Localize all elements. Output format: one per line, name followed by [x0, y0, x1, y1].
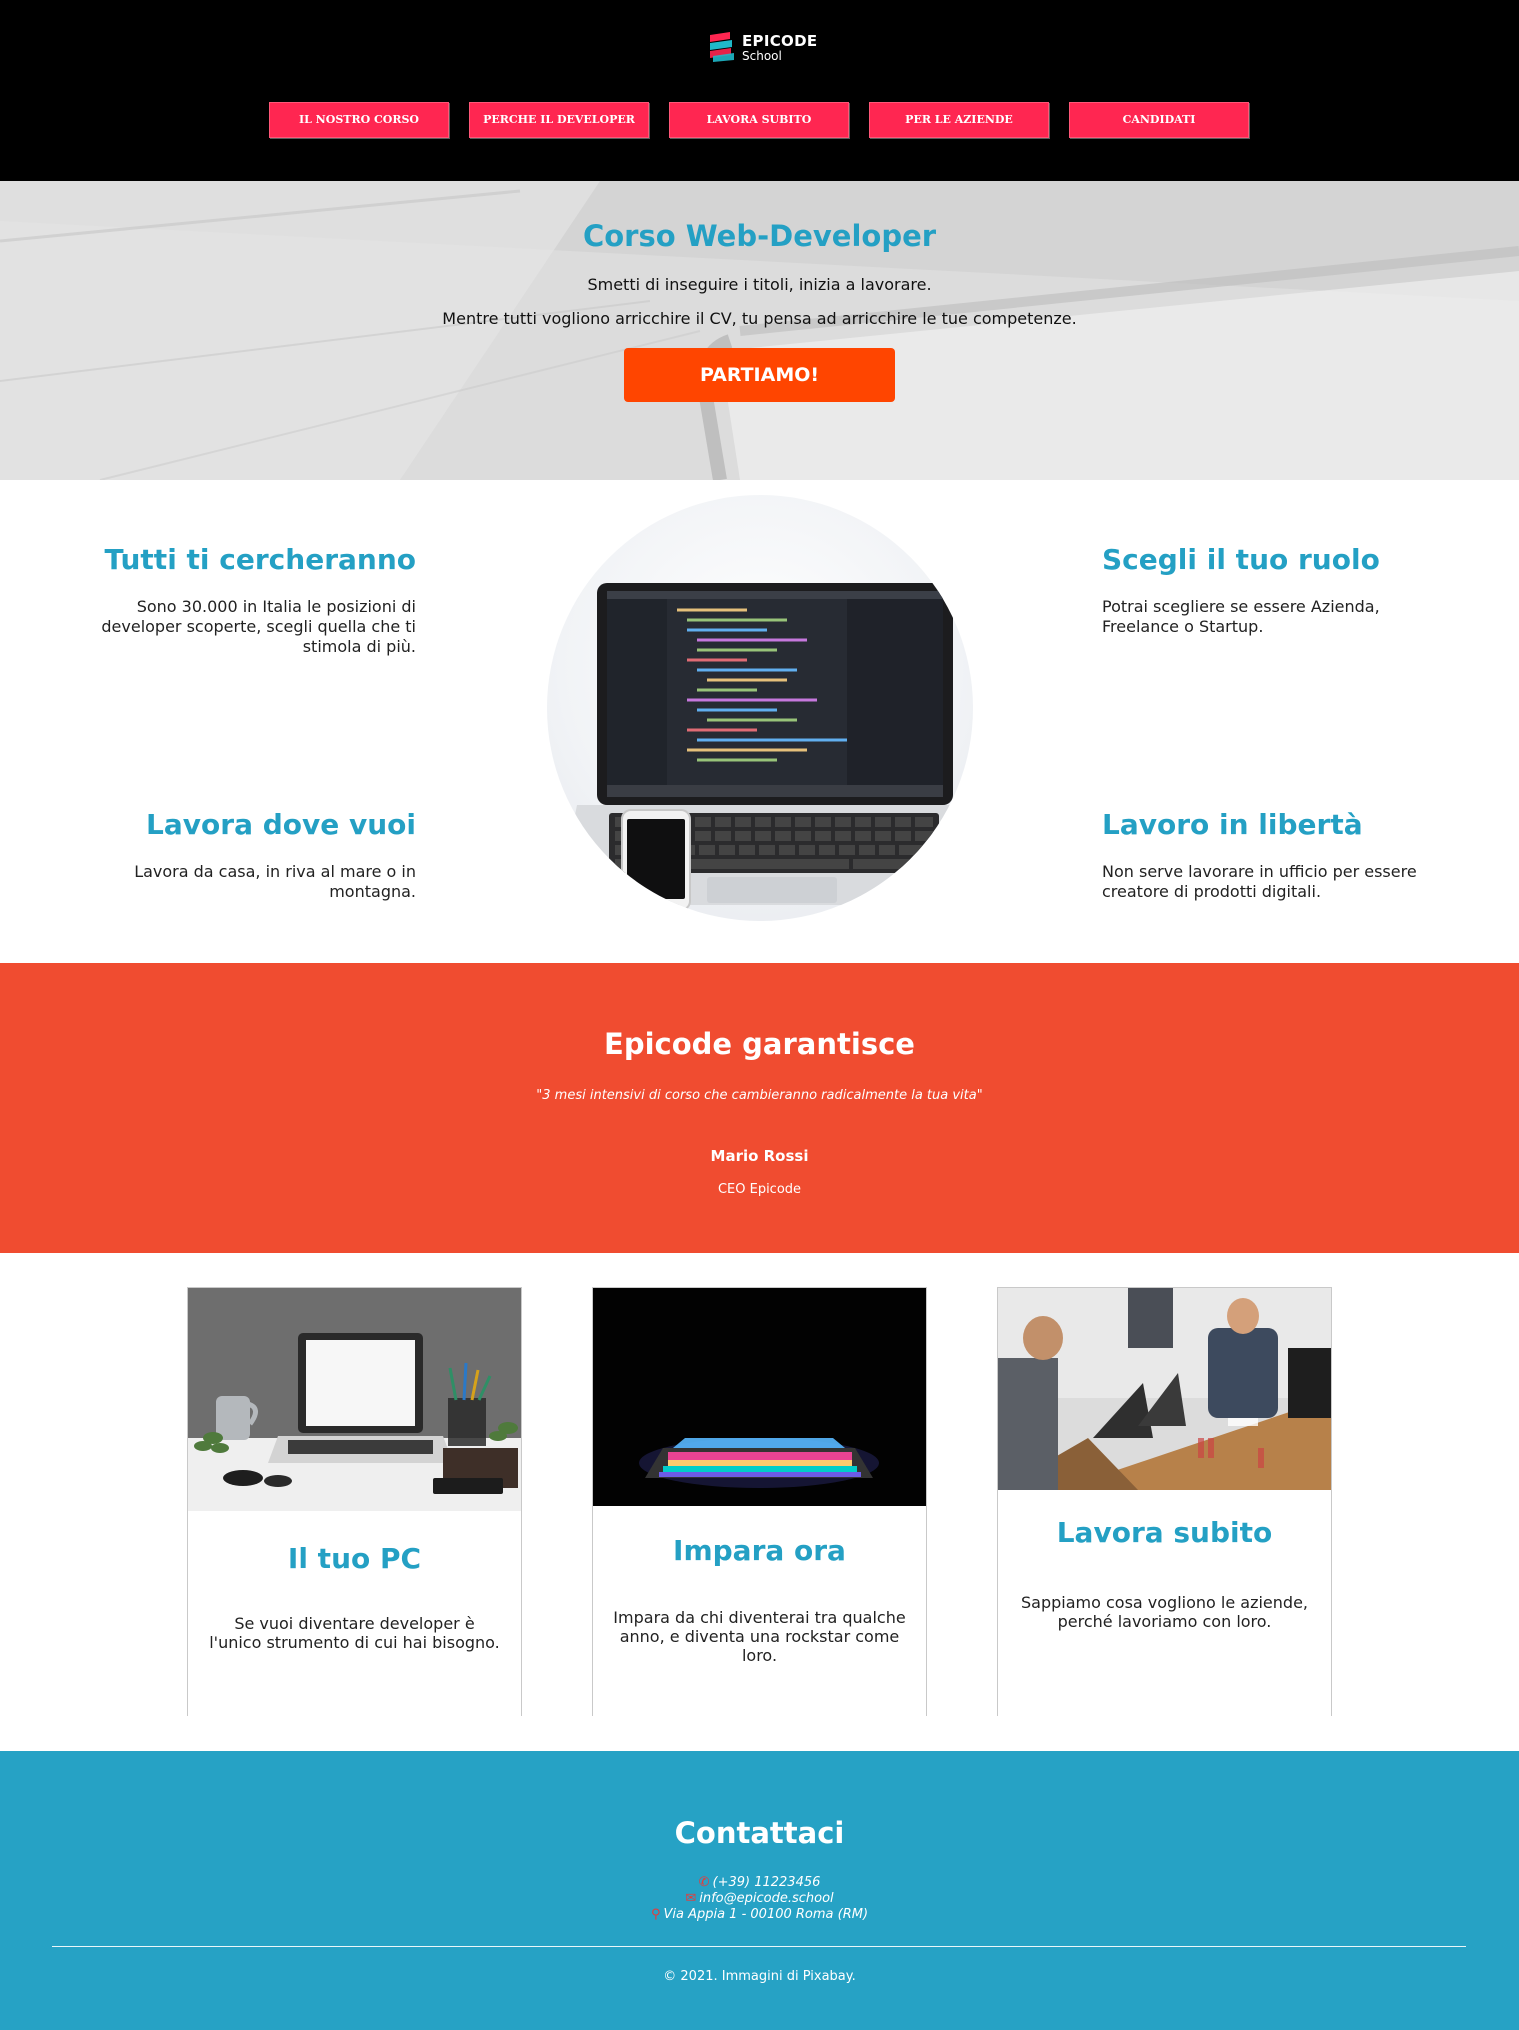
laptop-illustration	[557, 583, 973, 911]
contact-title: Contattaci	[674, 1816, 845, 1850]
logo-mark-icon	[710, 32, 734, 62]
card-impara-ora: Impara ora Impara da chi diventerai tra …	[592, 1287, 927, 1716]
card-title-lavora-subito: Lavora subito	[1056, 1516, 1273, 1549]
laptop-image	[547, 495, 973, 921]
card-text-il-tuo-pc: Se vuoi diventare developer è l'unico st…	[209, 1614, 500, 1652]
testimonial-title: Epicode garantisce	[604, 1027, 915, 1061]
hero-subtitle-1: Smetti di inseguire i titoli, inizia a l…	[587, 275, 932, 294]
testimonial-quote: "3 mesi intensivi di corso che cambieran…	[536, 1088, 983, 1103]
hero-title: Corso Web-Developer	[582, 219, 937, 253]
nav-il-nostro-corso[interactable]: IL NOSTRO CORSO	[269, 102, 449, 138]
brand-sub: School	[742, 49, 782, 63]
contact-address-text: Via Appia 1 - 00100 Roma (RM)	[663, 1907, 869, 1922]
map-pin-icon: ⚲	[650, 1907, 661, 1922]
contact-email[interactable]: ✉ info@epicode.school	[0, 1891, 1519, 1906]
footer-divider	[52, 1946, 1466, 1947]
testimonial-role: CEO Epicode	[717, 1182, 802, 1197]
contact-address: ⚲ Via Appia 1 - 00100 Roma (RM)	[0, 1907, 1519, 1922]
brand-name: EPICODE	[742, 32, 818, 50]
card-text-impara-ora: Impara da chi diventerai tra qualche ann…	[613, 1608, 906, 1665]
feature-title-tutti: Tutti ti cercheranno	[104, 543, 416, 576]
site-header: EPICODE School IL NOSTRO CORSO PERCHE IL…	[0, 0, 1519, 181]
copyright-text: © 2021. Immagini di Pixabay.	[663, 1969, 856, 1984]
partiamo-button[interactable]: PARTIAMO!	[624, 348, 895, 402]
testimonial-author: Mario Rossi	[710, 1147, 809, 1165]
feature-text-liberta: Non serve lavorare in ufficio per essere…	[1102, 862, 1417, 901]
envelope-icon: ✉	[685, 1891, 697, 1906]
card-image-meeting	[998, 1288, 1331, 1490]
card-title-impara-ora: Impara ora	[673, 1534, 846, 1567]
feature-text-scegli: Potrai scegliere se essere Azienda, Free…	[1102, 597, 1380, 636]
card-il-tuo-pc: Il tuo PC Se vuoi diventare developer è …	[187, 1287, 522, 1716]
hero-subtitle-2: Mentre tutti vogliono arricchire il CV, …	[442, 309, 1077, 328]
phone-icon: ✆	[698, 1875, 710, 1890]
nav-candidati[interactable]: CANDIDATI	[1069, 102, 1249, 138]
contact-phone-text: (+39) 11223456	[712, 1875, 821, 1890]
card-title-il-tuo-pc: Il tuo PC	[287, 1542, 422, 1575]
nav-per-le-aziende[interactable]: PER LE AZIENDE	[869, 102, 1049, 138]
card-lavora-subito: Lavora subito Sappiamo cosa vogliono le …	[997, 1287, 1332, 1716]
nav-perche-il-developer[interactable]: PERCHE IL DEVELOPER	[469, 102, 649, 138]
epicode-logo[interactable]: EPICODE School	[709, 32, 819, 66]
contact-footer: Contattaci ✆ (+39) 11223456 ✉ info@epicode…	[0, 1751, 1519, 2030]
features-section: Tutti ti cercheranno Sono 30.000 in Ital…	[0, 480, 1519, 963]
testimonial-section: Epicode garantisce "3 mesi intensivi di …	[0, 963, 1519, 1253]
feature-text-tutti: Sono 30.000 in Italia le posizioni di de…	[101, 597, 416, 656]
card-image-desk	[188, 1288, 521, 1511]
feature-text-lavora-dove: Lavora da casa, in riva al mare o in mon…	[134, 862, 416, 901]
feature-title-liberta: Lavoro in libertà	[1102, 808, 1363, 841]
card-text-lavora-subito: Sappiamo cosa vogliono le aziende, perch…	[1021, 1593, 1308, 1631]
card-image-glowing-laptop	[593, 1288, 926, 1506]
nav-lavora-subito[interactable]: LAVORA SUBITO	[669, 102, 849, 138]
cards-section: Il tuo PC Se vuoi diventare developer è …	[0, 1253, 1519, 1751]
feature-title-scegli: Scegli il tuo ruolo	[1102, 543, 1380, 576]
contact-email-text: info@epicode.school	[699, 1891, 834, 1906]
hero-section: Corso Web-Developer Smetti di inseguire …	[0, 181, 1519, 480]
main-nav: IL NOSTRO CORSO PERCHE IL DEVELOPER LAVO…	[269, 102, 1249, 139]
feature-title-lavora-dove: Lavora dove vuoi	[146, 808, 416, 841]
contact-phone[interactable]: ✆ (+39) 11223456	[0, 1875, 1519, 1890]
